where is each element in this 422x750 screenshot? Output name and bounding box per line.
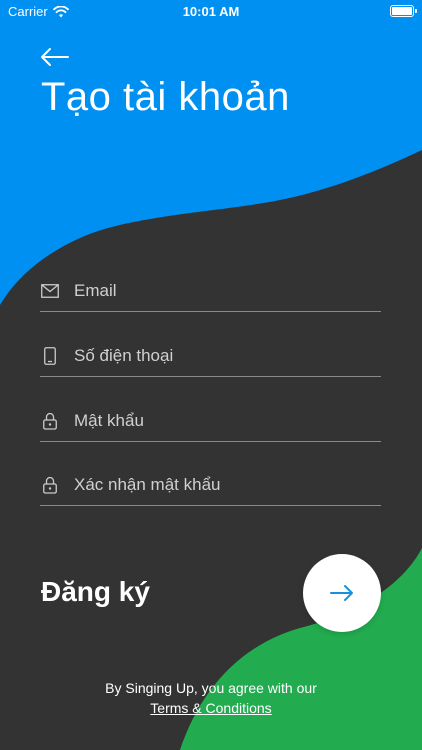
arrow-right-icon bbox=[330, 585, 353, 601]
arrow-left-icon bbox=[41, 48, 69, 66]
lock-icon bbox=[40, 475, 60, 495]
confirm-password-input[interactable] bbox=[74, 466, 374, 504]
phone-input[interactable] bbox=[74, 337, 374, 375]
register-label: Đăng ký bbox=[41, 576, 150, 607]
password-input[interactable] bbox=[74, 402, 374, 440]
phone-icon bbox=[40, 346, 60, 366]
terms-text: By Singing Up, you agree with our bbox=[105, 680, 317, 696]
terms-notice: By Singing Up, you agree with our Terms … bbox=[0, 678, 422, 718]
confirm-password-field[interactable] bbox=[40, 466, 381, 506]
status-time: 10:01 AM bbox=[182, 4, 240, 19]
page-title: Tạo tài khoản bbox=[41, 75, 290, 119]
email-field[interactable] bbox=[40, 272, 381, 312]
password-field[interactable] bbox=[40, 402, 381, 442]
status-bar: Carrier 10:01 AM bbox=[0, 0, 422, 24]
submit-button[interactable] bbox=[303, 554, 381, 632]
envelope-icon bbox=[40, 281, 60, 301]
battery-level bbox=[392, 7, 412, 15]
back-button[interactable] bbox=[38, 45, 72, 69]
terms-link[interactable]: Terms & Conditions bbox=[150, 700, 271, 716]
battery-icon bbox=[390, 5, 417, 17]
email-input[interactable] bbox=[74, 272, 374, 310]
lock-icon bbox=[40, 411, 60, 431]
phone-field[interactable] bbox=[40, 337, 381, 377]
